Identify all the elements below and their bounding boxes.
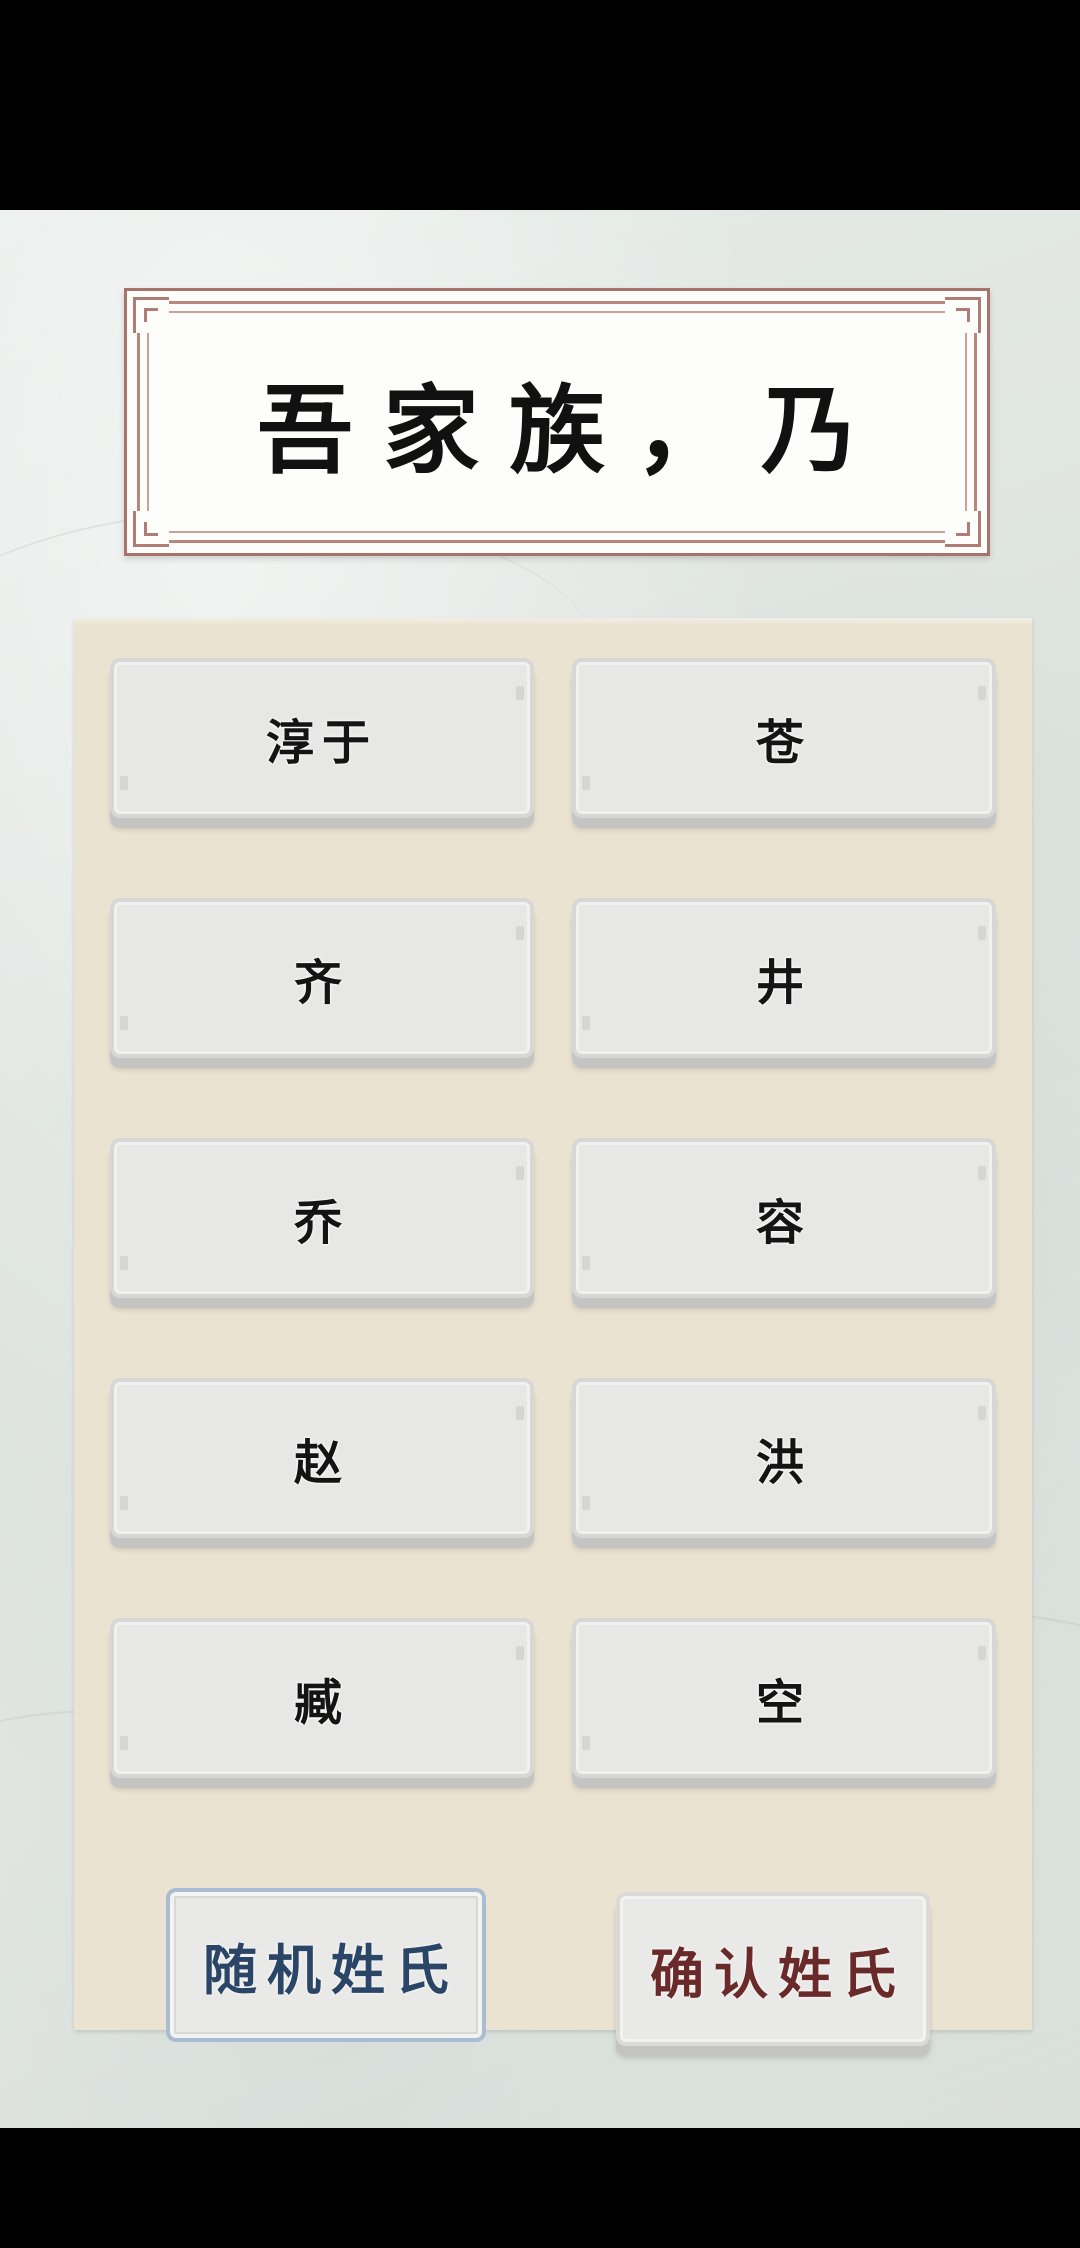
surname-label: 乔	[293, 1195, 350, 1251]
button-notch	[120, 1496, 128, 1510]
button-notch	[516, 1166, 524, 1180]
button-notch	[582, 1016, 590, 1030]
surname-option-button[interactable]: 乔	[110, 1138, 534, 1298]
button-notch	[120, 1016, 128, 1030]
surname-label: 赵	[293, 1435, 350, 1491]
surname-label: 井	[755, 955, 812, 1011]
button-notch	[978, 926, 986, 940]
surname-option-button[interactable]: 齐	[110, 898, 534, 1058]
button-notch	[516, 686, 524, 700]
page-title: 吾家族，乃	[257, 373, 887, 487]
surname-label: 齐	[293, 955, 350, 1011]
surname-option-button[interactable]: 洪	[572, 1378, 996, 1538]
surname-label: 苍	[755, 715, 812, 771]
surname-option-button[interactable]: 赵	[110, 1378, 534, 1538]
button-notch	[978, 1646, 986, 1660]
surname-label: 容	[755, 1195, 812, 1251]
surname-label: 空	[755, 1675, 812, 1731]
random-surname-button[interactable]: 随机姓氏	[166, 1888, 486, 2042]
surname-label: 淳于	[265, 715, 378, 771]
button-notch	[582, 1496, 590, 1510]
surname-label: 臧	[293, 1675, 350, 1731]
button-notch	[978, 686, 986, 700]
confirm-surname-button[interactable]: 确认姓氏	[616, 1892, 930, 2046]
button-notch	[516, 926, 524, 940]
bottom-system-bar	[0, 2128, 1080, 2248]
surname-option-button[interactable]: 井	[572, 898, 996, 1058]
button-notch	[120, 1736, 128, 1750]
top-system-bar	[0, 0, 1080, 210]
confirm-surname-label: 确认姓氏	[650, 1941, 906, 2006]
surname-label: 洪	[755, 1435, 812, 1491]
button-notch	[120, 776, 128, 790]
random-surname-label: 随机姓氏	[203, 1937, 459, 2002]
surname-option-button[interactable]: 淳于	[110, 658, 534, 818]
surname-selection-screen: 吾家族，乃 淳于 苍 齐 井 乔 容 赵 洪 臧 空 随机姓氏 确认姓氏	[0, 210, 1080, 2128]
surname-option-button[interactable]: 空	[572, 1618, 996, 1778]
button-notch	[516, 1406, 524, 1420]
button-notch	[120, 1256, 128, 1270]
button-notch	[978, 1166, 986, 1180]
button-notch	[582, 1256, 590, 1270]
button-notch	[582, 1736, 590, 1750]
surname-option-button[interactable]: 容	[572, 1138, 996, 1298]
surname-grid: 淳于 苍 齐 井 乔 容 赵 洪 臧 空	[110, 658, 996, 1778]
button-notch	[582, 776, 590, 790]
title-plaque: 吾家族，乃	[124, 288, 990, 556]
surname-panel: 淳于 苍 齐 井 乔 容 赵 洪 臧 空	[74, 618, 1032, 2030]
surname-option-button[interactable]: 苍	[572, 658, 996, 818]
surname-option-button[interactable]: 臧	[110, 1618, 534, 1778]
button-notch	[978, 1406, 986, 1420]
button-notch	[516, 1646, 524, 1660]
